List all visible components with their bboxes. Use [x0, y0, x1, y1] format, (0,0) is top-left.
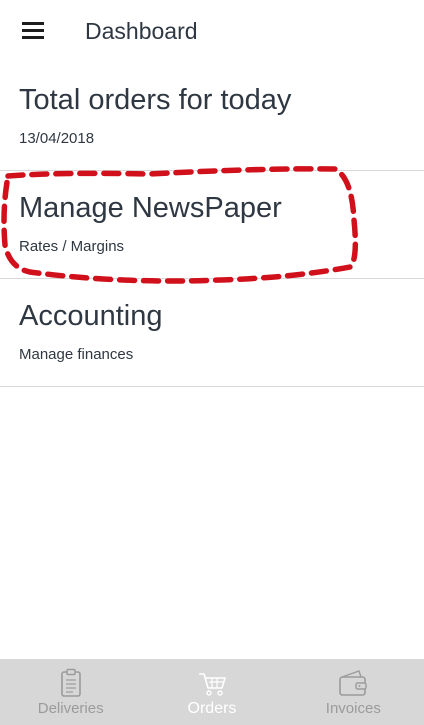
card-subtitle: Manage finances: [19, 346, 134, 363]
card-subtitle: Rates / Margins: [19, 238, 125, 255]
app-screen: Dashboard Total orders for today 13/04/2…: [0, 0, 424, 725]
tab-deliveries[interactable]: Deliveries: [0, 659, 141, 725]
tab-invoices[interactable]: Invoices: [283, 659, 424, 725]
card-title: Manage NewsPaper: [19, 192, 282, 224]
dashboard-card-list: Total orders for today 13/04/2018 Manage…: [0, 63, 424, 387]
card-title: Accounting: [19, 300, 163, 332]
card-total-orders[interactable]: Total orders for today 13/04/2018: [0, 63, 424, 171]
cart-icon: [198, 673, 226, 696]
hamburger-menu-icon[interactable]: [20, 19, 46, 41]
card-accounting[interactable]: Accounting Manage finances: [0, 279, 424, 387]
card-manage-newspaper[interactable]: Manage NewsPaper Rates / Margins: [0, 171, 424, 279]
card-subtitle: 13/04/2018: [19, 130, 95, 147]
tab-label: Orders: [187, 700, 237, 717]
tab-label: Invoices: [325, 700, 381, 717]
tab-label: Deliveries: [37, 700, 104, 717]
top-app-bar: Dashboard: [0, 0, 424, 62]
wallet-icon: [339, 670, 368, 696]
card-title: Total orders for today: [19, 84, 292, 116]
clipboard-icon: [60, 668, 81, 697]
bottom-tab-bar: Deliveries Orders Invoices: [0, 659, 424, 725]
tab-orders[interactable]: Orders: [141, 659, 282, 725]
page-title: Dashboard: [85, 18, 198, 44]
